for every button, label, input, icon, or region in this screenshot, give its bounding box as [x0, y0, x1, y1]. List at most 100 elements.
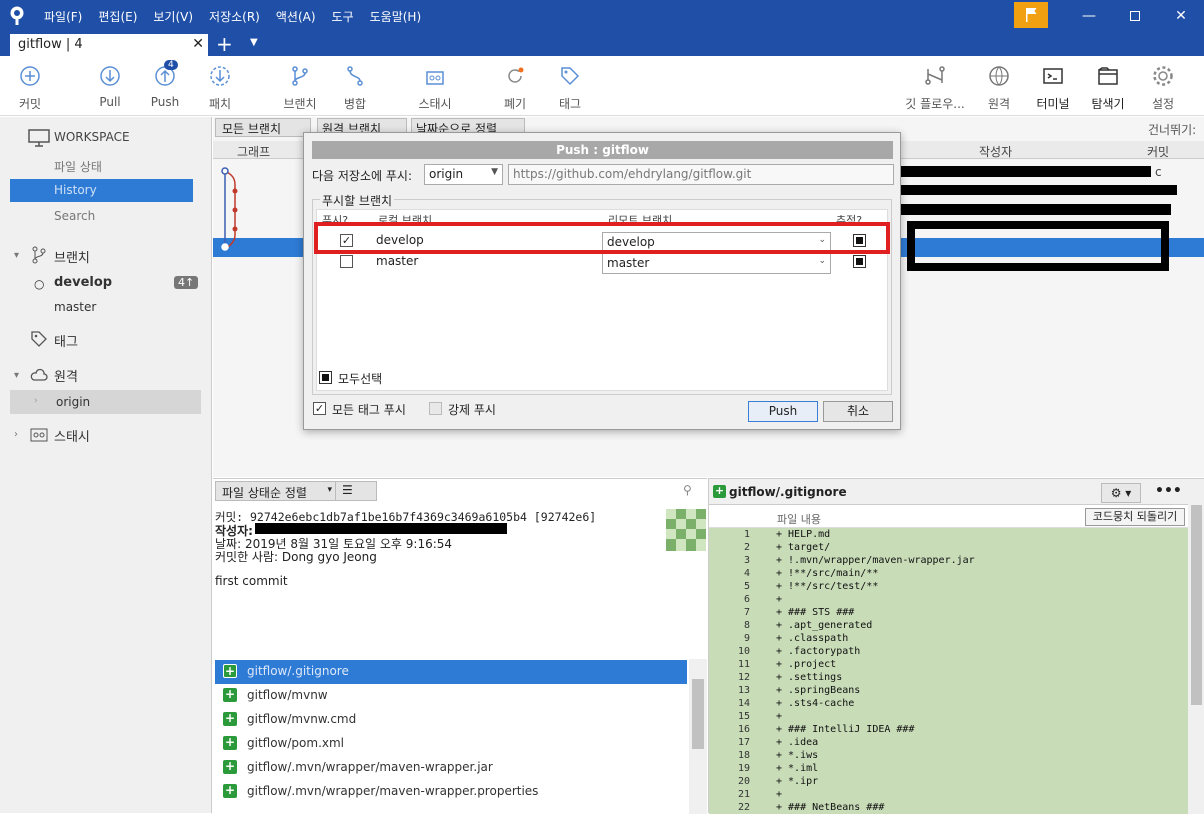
pull-button[interactable]: Pull [94, 64, 126, 109]
push-all-tags-label[interactable]: 모든 태그 푸시 [332, 401, 406, 418]
checkmark-icon: ✓ [314, 402, 325, 415]
workspace-heading: WORKSPACE [54, 130, 130, 144]
menu-file[interactable]: 파일(F) [44, 8, 82, 25]
tab-gitflow[interactable]: gitflow | 4 ✕ [10, 34, 208, 56]
sidebar-branch-master[interactable]: master [54, 300, 96, 314]
graph-column-header[interactable]: 그래프 [237, 143, 270, 160]
menu-tools[interactable]: 도구 [332, 8, 354, 25]
toolbar: 커밋 Pull 4 Push 패치 브랜치 병합 스태시 폐기 태그 깃 플로우… [0, 56, 1204, 116]
branches-heading[interactable]: 브랜치 [54, 247, 90, 266]
line-text: + target/ [776, 542, 831, 553]
file-name: gitflow/.gitignore [247, 664, 349, 678]
file-row-selected[interactable]: + gitflow/.gitignore [215, 660, 687, 684]
revert-hunk-button[interactable]: 코드뭉치 되돌리기 [1085, 508, 1185, 526]
menu-actions[interactable]: 액션(A) [276, 8, 316, 25]
push-confirm-button[interactable]: Push [748, 401, 818, 422]
line-number: 21 [737, 789, 750, 800]
file-row[interactable]: + gitflow/.mvn/wrapper/maven-wrapper.jar [215, 756, 687, 780]
menu-view[interactable]: 보기(V) [153, 8, 193, 25]
minimize-button[interactable]: — [1066, 0, 1112, 32]
tag-button[interactable]: 태그 [554, 64, 586, 112]
file-row[interactable]: + gitflow/mvnw.cmd [215, 708, 687, 732]
menu-help[interactable]: 도움말(H) [370, 8, 422, 25]
discard-icon [508, 67, 524, 83]
select-all-checkbox[interactable] [319, 371, 332, 384]
file-added-icon: + [223, 759, 237, 774]
stashes-chevron-icon[interactable]: › [14, 429, 18, 440]
flag-button[interactable] [1014, 2, 1048, 28]
remote-url-field[interactable]: https://github.com/ehdrylang/gitflow.git [508, 164, 894, 185]
remotes-heading[interactable]: 원격 [54, 366, 78, 385]
branch-filter-select[interactable]: 모든 브랜치 [215, 118, 311, 137]
remote-branch-master-select[interactable]: master ⌄ [602, 253, 831, 274]
diff-line: 12 + .settings [710, 672, 1190, 685]
discard-button[interactable]: 폐기 [498, 64, 532, 112]
push-button[interactable]: 4 Push [148, 60, 182, 109]
view-options-button[interactable]: ☰ [335, 481, 377, 501]
folder-icon [1098, 67, 1118, 85]
file-row[interactable]: + gitflow/.mvn/wrapper/maven-wrapper.prop… [215, 780, 687, 804]
cancel-button[interactable]: 취소 [823, 401, 893, 422]
branch-button[interactable]: 브랜치 [280, 64, 320, 112]
sidebar-item-file-status[interactable]: 파일 상태 [54, 158, 102, 175]
terminal-button[interactable]: 터미널 [1034, 64, 1072, 112]
file-name: gitflow/.mvn/wrapper/maven-wrapper.prope… [247, 784, 539, 798]
settings-button[interactable]: 설정 [1148, 64, 1178, 112]
remotes-chevron-icon[interactable]: ▾ [14, 370, 19, 381]
tab-dropdown-icon[interactable]: ▼ [250, 37, 258, 48]
origin-chevron-icon[interactable]: › [34, 396, 38, 406]
explorer-button[interactable]: 탐색기 [1088, 64, 1128, 112]
sidebar-item-search[interactable]: Search [54, 209, 95, 223]
stash-label: 스태시 [418, 97, 452, 111]
sidebar-item-history[interactable]: History [10, 179, 193, 202]
fetch-button[interactable]: 패치 [204, 64, 236, 112]
line-text: + *.iws [776, 750, 819, 761]
line-number: 10 [737, 646, 750, 657]
sourcetree-logo-icon [10, 6, 24, 25]
branches-chevron-icon[interactable]: ▾ [14, 250, 19, 261]
remote-origin-row[interactable] [10, 390, 201, 414]
branch-filter-label: 모든 브랜치 [222, 122, 282, 136]
sidebar-remote-origin[interactable]: origin [56, 395, 90, 409]
pull-icon [100, 66, 120, 86]
file-sort-select[interactable]: 파일 상태순 정렬 ▾ [215, 481, 337, 501]
line-number: 16 [737, 724, 750, 735]
author-column-header[interactable]: 작성자 [979, 143, 1012, 160]
stash-button[interactable]: 스태시 [412, 64, 458, 112]
line-text: + !**/src/test/** [776, 581, 879, 592]
commit-message: first commit [215, 574, 288, 588]
sidebar-branch-develop[interactable]: develop [54, 275, 112, 290]
file-row[interactable]: + gitflow/mvnw [215, 684, 687, 708]
line-text: + *.ipr [776, 776, 819, 787]
force-push-checkbox[interactable] [429, 402, 442, 415]
more-options-icon[interactable]: ••• [1155, 483, 1182, 499]
diff-scrollbar[interactable] [1188, 493, 1204, 814]
stashes-heading[interactable]: 스태시 [54, 426, 90, 445]
line-text: + [776, 711, 783, 722]
maximize-button[interactable] [1112, 0, 1158, 32]
remote-button[interactable]: 원격 [984, 64, 1014, 112]
gitflow-button[interactable]: 깃 플로우... [900, 64, 970, 112]
search-icon[interactable]: ⚲ [683, 483, 692, 497]
file-row[interactable]: + gitflow/pom.xml [215, 732, 687, 756]
close-button[interactable]: ✕ [1158, 0, 1204, 32]
file-list-scrollbar[interactable] [689, 659, 707, 814]
push-all-tags-checkbox[interactable]: ✓ [313, 402, 326, 415]
menu-edit[interactable]: 편집(E) [98, 8, 137, 25]
force-push-label[interactable]: 강제 푸시 [448, 401, 496, 418]
line-text: + .factorypath [776, 646, 861, 657]
tab-close-icon[interactable]: ✕ [192, 36, 204, 52]
menu-repository[interactable]: 저장소(R) [209, 8, 260, 25]
commit-column-header[interactable]: 커밋 [1147, 143, 1169, 160]
track-master-checkbox[interactable] [853, 255, 866, 268]
select-all-label[interactable]: 모두선택 [338, 370, 382, 387]
commit-button[interactable]: 커밋 [14, 64, 46, 112]
new-tab-button[interactable]: + [216, 32, 233, 56]
push-master-checkbox[interactable] [340, 255, 353, 268]
diff-line: 21 + [710, 789, 1190, 802]
merge-button[interactable]: 병합 [338, 64, 372, 112]
remote-select[interactable]: origin ▼ [424, 164, 503, 185]
list-icon: ☰ [342, 483, 353, 497]
tags-heading[interactable]: 태그 [54, 331, 78, 350]
diff-settings-button[interactable]: ⚙ ▾ [1101, 483, 1141, 503]
